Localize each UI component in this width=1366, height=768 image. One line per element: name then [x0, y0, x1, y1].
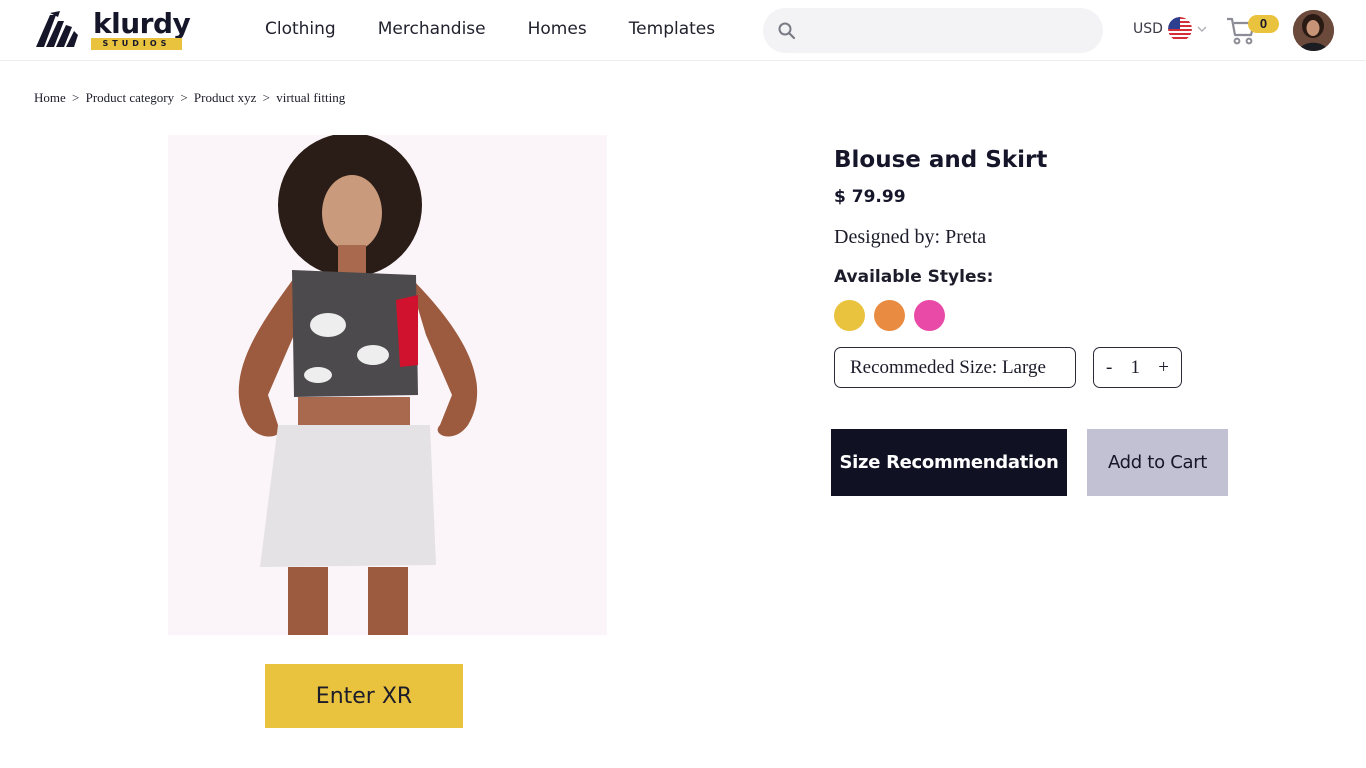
breadcrumb-separator: > — [262, 90, 270, 105]
main-nav: Clothing Merchandise Homes Templates — [265, 19, 757, 39]
quantity-increase-button[interactable]: + — [1158, 357, 1169, 379]
nav-item-merchandise[interactable]: Merchandise — [378, 19, 486, 39]
available-styles-label: Available Styles: — [834, 267, 994, 287]
recommended-size: Recommeded Size: Large — [834, 347, 1076, 388]
add-to-cart-button[interactable]: Add to Cart — [1087, 429, 1228, 496]
size-recommendation-button[interactable]: Size Recommendation — [831, 429, 1067, 496]
breadcrumb: Home > Product category > Product xyz > … — [34, 90, 345, 106]
style-swatch-yellow[interactable] — [834, 300, 865, 331]
top-header: klurdy STUDIOS Clothing Merchandise Home… — [0, 0, 1366, 61]
user-avatar[interactable] — [1293, 10, 1334, 51]
cart-count-badge: 0 — [1248, 15, 1279, 33]
product-designer: Designed by: Preta — [834, 226, 987, 248]
brand-subtitle: STUDIOS — [91, 38, 182, 50]
product-title: Blouse and Skirt — [834, 147, 1048, 173]
breadcrumb-separator: > — [72, 90, 80, 105]
avatar-image — [1293, 10, 1334, 51]
style-swatch-pink[interactable] — [914, 300, 945, 331]
search-icon[interactable] — [777, 21, 797, 41]
brand-name: klurdy — [93, 7, 191, 40]
style-swatch-orange[interactable] — [874, 300, 905, 331]
quantity-stepper: - 1 + — [1093, 347, 1182, 388]
brand-logo[interactable]: klurdy STUDIOS — [32, 7, 191, 53]
currency-label: USD — [1133, 21, 1163, 37]
nav-item-clothing[interactable]: Clothing — [265, 19, 336, 39]
zebra-logo-icon — [36, 11, 78, 47]
product-price: $ 79.99 — [834, 187, 906, 207]
enter-xr-button[interactable]: Enter XR — [265, 664, 463, 728]
breadcrumb-separator: > — [180, 90, 188, 105]
currency-selector[interactable]: USD — [1133, 17, 1207, 41]
chevron-down-icon — [1197, 26, 1207, 32]
nav-item-homes[interactable]: Homes — [528, 19, 587, 39]
nav-item-templates[interactable]: Templates — [629, 19, 715, 39]
us-flag-icon — [1167, 17, 1192, 41]
search-bar[interactable] — [763, 8, 1103, 53]
product-image — [168, 135, 607, 635]
search-input[interactable] — [809, 17, 1089, 44]
breadcrumb-virtual-fitting: virtual fitting — [276, 90, 346, 105]
quantity-decrease-button[interactable]: - — [1106, 357, 1112, 379]
breadcrumb-product[interactable]: Product xyz — [194, 90, 256, 105]
breadcrumb-home[interactable]: Home — [34, 90, 66, 105]
quantity-value: 1 — [1130, 356, 1141, 378]
style-swatches — [834, 300, 954, 331]
model-figure — [168, 135, 607, 635]
breadcrumb-product-category[interactable]: Product category — [86, 90, 174, 105]
